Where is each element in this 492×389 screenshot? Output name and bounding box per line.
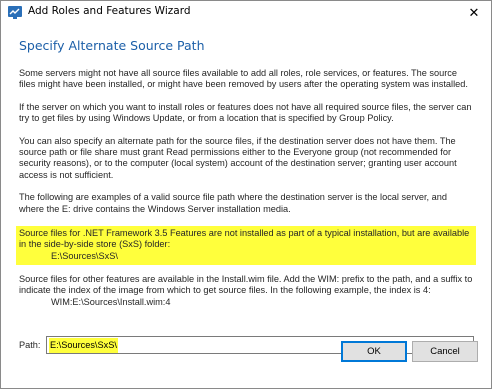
close-icon[interactable]: ✕ [465, 4, 483, 22]
paragraph-5: Source files for .NET Framework 3.5 Feat… [19, 228, 470, 250]
description: Some servers might not have all source f… [16, 68, 476, 319]
wizard-window: Add Roles and Features Wizard ✕ Specify … [0, 0, 492, 389]
paragraph-4: The following are examples of a valid so… [19, 192, 447, 214]
path-input-value: E:\Sources\SxS\ [49, 338, 118, 353]
server-manager-icon [7, 5, 23, 20]
cancel-button[interactable]: Cancel [412, 341, 478, 362]
paragraph-3: You can also specify an alternate path f… [19, 135, 457, 180]
wim-example-path: WIM:E:\Sources\Install.wim:4 [51, 296, 171, 307]
path-label: Path: [19, 340, 41, 350]
window-title: Add Roles and Features Wizard [28, 5, 191, 17]
paragraph-6-block: Source files for other features are avai… [19, 274, 474, 308]
paragraph-1: Some servers might not have all source f… [19, 68, 468, 90]
title-bar[interactable]: Add Roles and Features Wizard ✕ [1, 1, 491, 25]
highlighted-paragraph: Source files for .NET Framework 3.5 Feat… [16, 226, 476, 266]
page-title: Specify Alternate Source Path [19, 38, 205, 53]
path-input[interactable]: E:\Sources\SxS\ [46, 336, 474, 354]
paragraph-2: If the server on which you want to insta… [19, 101, 472, 124]
sxs-example-path: E:\Sources\SxS\ [51, 250, 118, 261]
paragraph-6: Source files for other features are avai… [19, 274, 473, 296]
ok-button[interactable]: OK [341, 341, 407, 362]
dialog-content: Specify Alternate Source Path Some serve… [10, 25, 482, 380]
